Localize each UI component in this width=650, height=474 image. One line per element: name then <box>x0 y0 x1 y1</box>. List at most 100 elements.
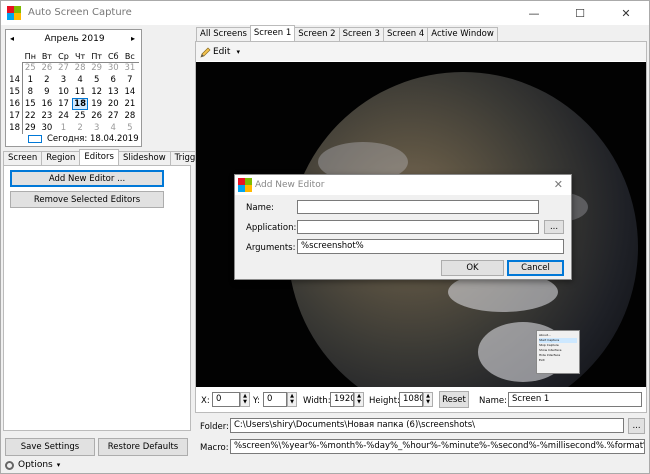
options-menu[interactable]: Options ▾ <box>5 460 60 470</box>
close-button[interactable]: ✕ <box>603 1 649 25</box>
calendar-day[interactable]: 22 <box>22 111 39 121</box>
calendar-day[interactable]: 14 <box>122 87 139 97</box>
calendar-day[interactable]: 2 <box>39 75 56 85</box>
folder-label: Folder: <box>200 422 229 432</box>
month-calendar[interactable]: ◂ Апрель 2019 ▸ Пн Вт Ср Чт Пт Сб Вс 25 26 27 28 29… <box>5 29 142 147</box>
remove-selected-editors-button[interactable]: Remove Selected Editors <box>10 191 164 208</box>
left-tab-strip: Screen Region Editors Slideshow Triggers <box>3 149 214 165</box>
restore-defaults-button[interactable]: Restore Defaults <box>98 438 188 456</box>
editor-application-input[interactable] <box>297 220 539 234</box>
macro-input[interactable]: %screen%\%year%-%month%-%day%_%hour%-%mi… <box>230 439 645 454</box>
dialog-close-icon[interactable]: ✕ <box>554 178 563 191</box>
save-settings-button[interactable]: Save Settings <box>5 438 95 456</box>
y-input[interactable]: 0 <box>263 392 287 407</box>
height-stepper[interactable]: ▲ ▼ <box>423 392 433 407</box>
calendar-day[interactable]: 2 <box>72 123 89 133</box>
calendar-day[interactable]: 5 <box>122 123 139 133</box>
calendar-weekday: Чт <box>75 51 86 61</box>
maximize-button[interactable]: ☐ <box>557 1 603 25</box>
editor-arguments-input[interactable]: %screenshot% <box>297 239 564 254</box>
calendar-day[interactable]: 30 <box>105 63 122 73</box>
tab-editors[interactable]: Editors <box>79 149 119 165</box>
tab-screen[interactable]: Screen <box>3 151 43 165</box>
macro-label: Macro: <box>200 443 229 453</box>
calendar-day[interactable]: 3 <box>88 123 105 133</box>
dialog-title: Add New Editor <box>255 180 325 190</box>
calendar-day[interactable]: 10 <box>55 87 72 97</box>
calendar-day[interactable]: 1 <box>22 75 39 85</box>
calendar-weekday: Вс <box>124 51 135 61</box>
calendar-day[interactable]: 16 <box>39 99 56 109</box>
calendar-day[interactable]: 4 <box>105 123 122 133</box>
calendar-day[interactable]: 28 <box>122 111 139 121</box>
calendar-day[interactable]: 24 <box>55 111 72 121</box>
calendar-day[interactable]: 27 <box>105 111 122 121</box>
calendar-day[interactable]: 23 <box>39 111 56 121</box>
gear-icon <box>5 460 14 470</box>
calendar-day[interactable]: 17 <box>55 99 72 109</box>
calendar-day[interactable]: 9 <box>39 87 56 97</box>
tab-slideshow[interactable]: Slideshow <box>117 151 171 165</box>
edit-dropdown-button[interactable]: Edit ▾ <box>200 44 240 59</box>
calendar-day[interactable]: 25 <box>22 63 39 73</box>
width-stepper[interactable]: ▲ ▼ <box>354 392 364 407</box>
screen-name-input[interactable]: Screen 1 <box>508 392 642 407</box>
tab-screen-1[interactable]: Screen 1 <box>249 25 296 41</box>
calendar-day[interactable]: 7 <box>122 75 139 85</box>
calendar-day[interactable]: 4 <box>72 75 89 85</box>
height-input[interactable]: 1080 <box>399 392 423 407</box>
editor-name-input[interactable] <box>297 200 539 214</box>
calendar-day[interactable]: 19 <box>88 99 105 109</box>
next-month-icon[interactable]: ▸ <box>131 34 135 43</box>
y-label: Y: <box>253 396 260 406</box>
y-stepper[interactable]: ▲ ▼ <box>287 392 297 407</box>
application-browse-button[interactable]: ... <box>544 220 564 234</box>
folder-input[interactable]: C:\Users\shiry\Documents\Новая папка (6)… <box>230 418 624 433</box>
calendar-week-row: 17 22 23 24 25 26 27 28 <box>8 110 141 122</box>
tab-screen-4[interactable]: Screen 4 <box>382 27 429 41</box>
add-new-editor-button[interactable]: Add New Editor ... <box>10 170 164 187</box>
dialog-application-label: Application: <box>246 223 297 233</box>
tab-active-window[interactable]: Active Window <box>427 27 498 41</box>
reset-button[interactable]: Reset <box>439 391 469 408</box>
dialog-cancel-button[interactable]: Cancel <box>507 260 564 276</box>
x-stepper[interactable]: ▲ ▼ <box>240 392 250 407</box>
tab-screen-3[interactable]: Screen 3 <box>338 27 384 41</box>
tab-region[interactable]: Region <box>41 151 81 165</box>
calendar-day[interactable]: 15 <box>22 99 39 109</box>
calendar-day[interactable]: 11 <box>72 87 89 97</box>
calendar-month-title[interactable]: Апрель 2019 <box>6 34 143 44</box>
width-input[interactable]: 1920 <box>330 392 354 407</box>
calendar-day[interactable]: 1 <box>55 123 72 133</box>
dialog-arguments-label: Arguments: <box>246 243 296 253</box>
folder-browse-button[interactable]: ... <box>628 418 645 434</box>
calendar-day[interactable]: 29 <box>22 123 39 133</box>
calendar-day[interactable]: 30 <box>39 123 56 133</box>
calendar-day[interactable]: 26 <box>88 111 105 121</box>
calendar-day[interactable]: 27 <box>55 63 72 73</box>
tab-screen-2[interactable]: Screen 2 <box>294 27 340 41</box>
calendar-day[interactable]: 29 <box>88 63 105 73</box>
calendar-week-row: 14 1 2 3 4 5 6 7 <box>8 74 141 86</box>
minimize-button[interactable]: — <box>511 1 557 25</box>
dialog-name-label: Name: <box>246 203 274 213</box>
tab-all-screens[interactable]: All Screens <box>196 27 251 41</box>
calendar-today-label[interactable]: Сегодня: 18.04.2019 <box>47 134 139 144</box>
app-window: Auto Screen Capture — ☐ ✕ ◂ Апрель 2019 … <box>0 0 650 474</box>
x-input[interactable]: 0 <box>212 392 240 407</box>
calendar-week-row: 15 8 9 10 11 12 13 14 <box>8 86 141 98</box>
calendar-day[interactable]: 20 <box>105 99 122 109</box>
calendar-day[interactable]: 21 <box>122 99 139 109</box>
calendar-day[interactable]: 8 <box>22 87 39 97</box>
calendar-day[interactable]: 12 <box>88 87 105 97</box>
calendar-day[interactable]: 13 <box>105 87 122 97</box>
calendar-day[interactable]: 5 <box>88 75 105 85</box>
calendar-day[interactable]: 3 <box>55 75 72 85</box>
dialog-ok-button[interactable]: OK <box>441 260 504 276</box>
calendar-day[interactable]: 31 <box>122 63 139 73</box>
calendar-day[interactable]: 6 <box>105 75 122 85</box>
calendar-day[interactable]: 28 <box>72 63 89 73</box>
calendar-day[interactable]: 26 <box>39 63 56 73</box>
calendar-day[interactable]: 25 <box>72 111 89 121</box>
calendar-day-selected[interactable]: 18 <box>71 98 89 110</box>
